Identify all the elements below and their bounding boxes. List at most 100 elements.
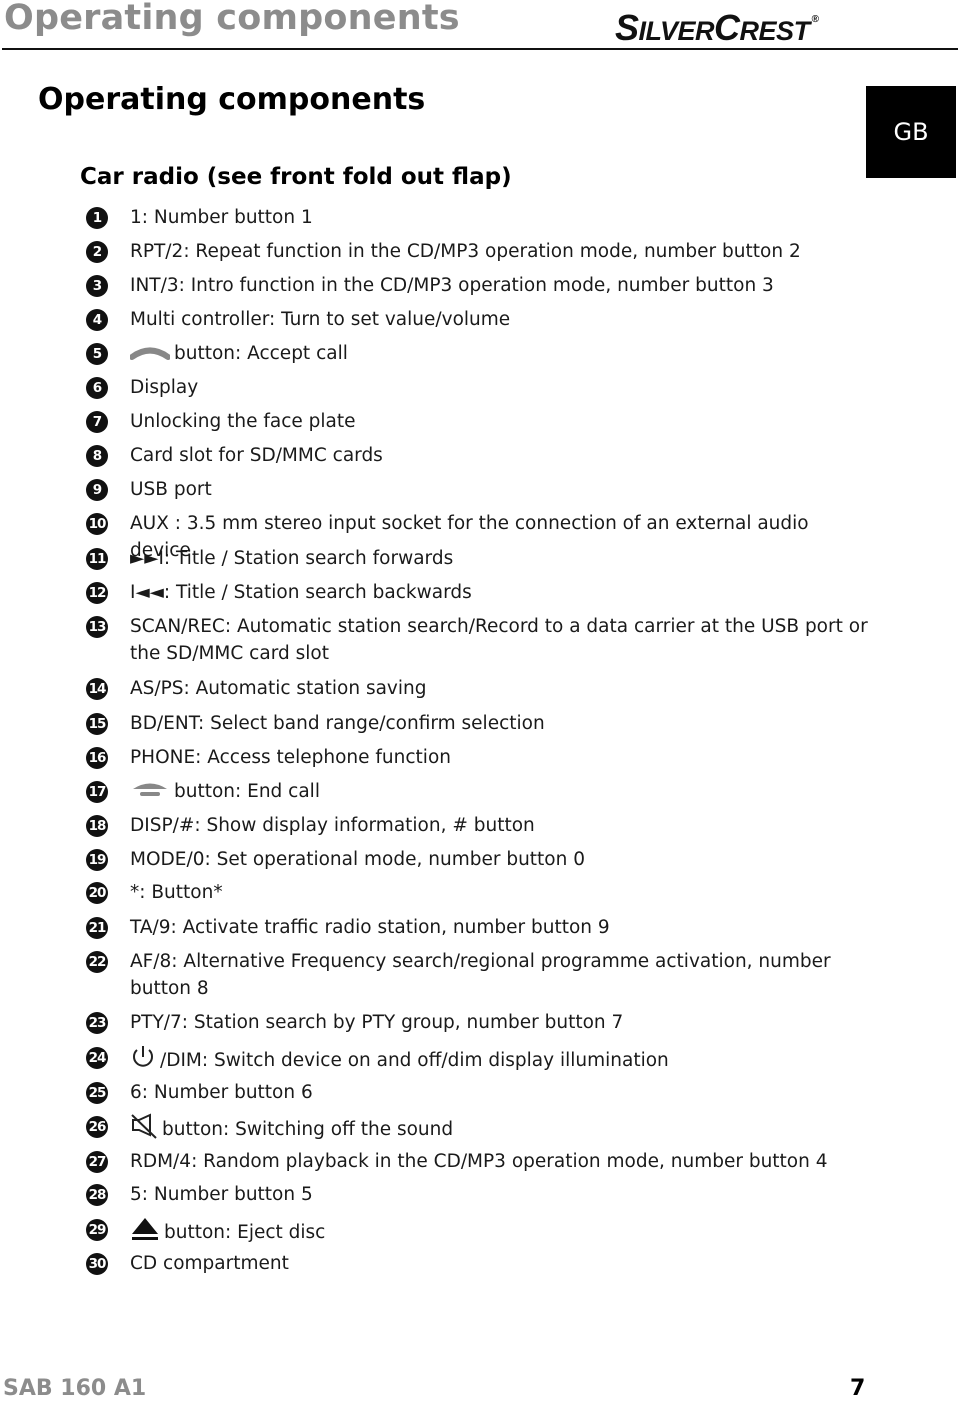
item-text: PHONE: Access telephone function (130, 747, 451, 768)
component-item: 4 Multi controller: Turn to set value/vol… (86, 306, 870, 333)
item-number-badge: 19 (86, 849, 108, 871)
component-item: 19 MODE/0: Set operational mode, number b… (86, 846, 870, 873)
item-text: USB port (130, 479, 212, 500)
item-text: Multi controller: Turn to set value/volu… (130, 309, 511, 330)
item-number-badge: 6 (86, 377, 108, 399)
item-text: RDM/4: Random playback in the CD/MP3 ope… (130, 1151, 828, 1172)
section-title: Car radio (see front fold out flap) (80, 164, 512, 190)
item-number-badge: 18 (86, 815, 108, 837)
component-item: 12 I◄◄: Title / Station search backwards (86, 579, 870, 606)
page-title: Operating components (38, 82, 426, 117)
item-text: CD compartment (130, 1253, 289, 1274)
item-text: 1: Number button 1 (130, 207, 313, 228)
running-header-title: Operating components (4, 0, 460, 38)
component-item: 1 1: Number button 1 (86, 204, 870, 231)
component-item: 13 SCAN/REC: Automatic station search/Rec… (86, 613, 870, 667)
brand-text: C (714, 7, 740, 48)
item-number-badge: 14 (86, 678, 108, 700)
item-text: button: Accept call (174, 343, 348, 364)
item-text: RPT/2: Repeat function in the CD/MP3 ope… (130, 241, 801, 262)
language-tab: GB (866, 86, 956, 178)
item-number-badge: 22 (86, 951, 108, 973)
item-text: Card slot for SD/MMC cards (130, 445, 383, 466)
component-item: 23 PTY/7: Station search by PTY group, nu… (86, 1009, 870, 1036)
item-text: ►►I: Title / Station search forwards (130, 548, 454, 569)
component-item: 14 AS/PS: Automatic station saving (86, 675, 870, 702)
item-text: PTY/7: Station search by PTY group, numb… (130, 1012, 624, 1033)
brand-logo: SILVERCREST ® (615, 0, 819, 51)
item-text: button: Eject disc (164, 1222, 326, 1243)
item-text: Unlocking the face plate (130, 411, 356, 432)
component-item: 17 button: End call (86, 778, 870, 806)
item-number-badge: 3 (86, 275, 108, 297)
component-item: 21 TA/9: Activate traffic radio station, … (86, 914, 870, 941)
item-number-badge: 5 (86, 343, 108, 365)
item-text: 6: Number button 6 (130, 1082, 313, 1103)
brand-text: S (615, 7, 639, 48)
component-item: 25 6: Number button 6 (86, 1079, 870, 1106)
component-item: 20 *: Button* (86, 879, 870, 906)
item-number-badge: 10 (86, 513, 108, 535)
component-item: 18 DISP/#: Show display information, # bu… (86, 812, 870, 839)
brand-text: REST (739, 16, 811, 46)
item-number-badge: 8 (86, 445, 108, 467)
item-number-badge: 27 (86, 1151, 108, 1173)
item-number-badge: 2 (86, 241, 108, 263)
item-number-badge: 4 (86, 309, 108, 331)
component-item: 27 RDM/4: Random playback in the CD/MP3 o… (86, 1148, 870, 1175)
item-text: MODE/0: Set operational mode, number but… (130, 849, 585, 870)
mute-icon (130, 1113, 158, 1147)
item-number-badge: 12 (86, 582, 108, 604)
item-text: TA/9: Activate traffic radio station, nu… (130, 917, 610, 938)
component-item: 7 Unlocking the face plate (86, 408, 870, 435)
power-icon (130, 1044, 156, 1078)
item-number-badge: 7 (86, 411, 108, 433)
component-item: 2 RPT/2: Repeat function in the CD/MP3 op… (86, 238, 870, 265)
item-number-badge: 20 (86, 882, 108, 904)
item-number-badge: 13 (86, 616, 108, 638)
header-divider (2, 48, 958, 50)
item-text: /DIM: Switch device on and off/dim displ… (160, 1050, 669, 1071)
item-number-badge: 26 (86, 1116, 108, 1138)
item-number-badge: 29 (86, 1219, 108, 1241)
component-item: 8 Card slot for SD/MMC cards (86, 442, 870, 469)
item-number-badge: 21 (86, 917, 108, 939)
page-number: 7 (850, 1376, 866, 1401)
item-number-badge: 1 (86, 207, 108, 229)
item-text: DISP/#: Show display information, # butt… (130, 815, 535, 836)
brand-text: ILVER (638, 16, 715, 46)
item-text: INT/3: Intro function in the CD/MP3 oper… (130, 275, 774, 296)
registered-mark: ® (811, 14, 819, 25)
component-item: 3 INT/3: Intro function in the CD/MP3 ope… (86, 272, 870, 299)
item-number-badge: 17 (86, 781, 108, 803)
component-item: 22 AF/8: Alternative Frequency search/reg… (86, 948, 870, 1002)
item-text: AF/8: Alternative Frequency search/regio… (130, 951, 831, 999)
item-text: AS/PS: Automatic station saving (130, 678, 427, 699)
item-number-badge: 15 (86, 713, 108, 735)
item-number-badge: 24 (86, 1047, 108, 1069)
component-item: 28 5: Number button 5 (86, 1181, 870, 1208)
item-text: *: Button* (130, 882, 223, 903)
item-number-badge: 28 (86, 1184, 108, 1206)
item-text: I◄◄: Title / Station search backwards (130, 582, 472, 603)
footer-model-number: SAB 160 A1 (3, 1376, 147, 1401)
component-item: 16 PHONE: Access telephone function (86, 744, 870, 771)
component-item: 24/DIM: Switch device on and off/dim dis… (86, 1044, 870, 1078)
item-text: button: Switching off the sound (162, 1119, 454, 1140)
item-text: button: End call (174, 781, 320, 802)
item-text: 5: Number button 5 (130, 1184, 313, 1205)
item-number-badge: 25 (86, 1082, 108, 1104)
component-item: 30 CD compartment (86, 1250, 870, 1277)
component-item: 26 button: Switching off the sound (86, 1113, 870, 1147)
item-number-badge: 23 (86, 1012, 108, 1034)
component-item: 9 USB port (86, 476, 870, 503)
component-item: 5 button: Accept call (86, 340, 870, 368)
end-call-icon (130, 778, 170, 806)
component-item: 11 ►►I: Title / Station search forwards (86, 545, 870, 572)
item-number-badge: 11 (86, 548, 108, 570)
item-number-badge: 9 (86, 479, 108, 501)
component-item: 29 button: Eject disc (86, 1216, 870, 1250)
component-item: 6 Display (86, 374, 870, 401)
item-text: SCAN/REC: Automatic station search/Recor… (130, 616, 868, 664)
accept-call-icon (129, 341, 171, 368)
